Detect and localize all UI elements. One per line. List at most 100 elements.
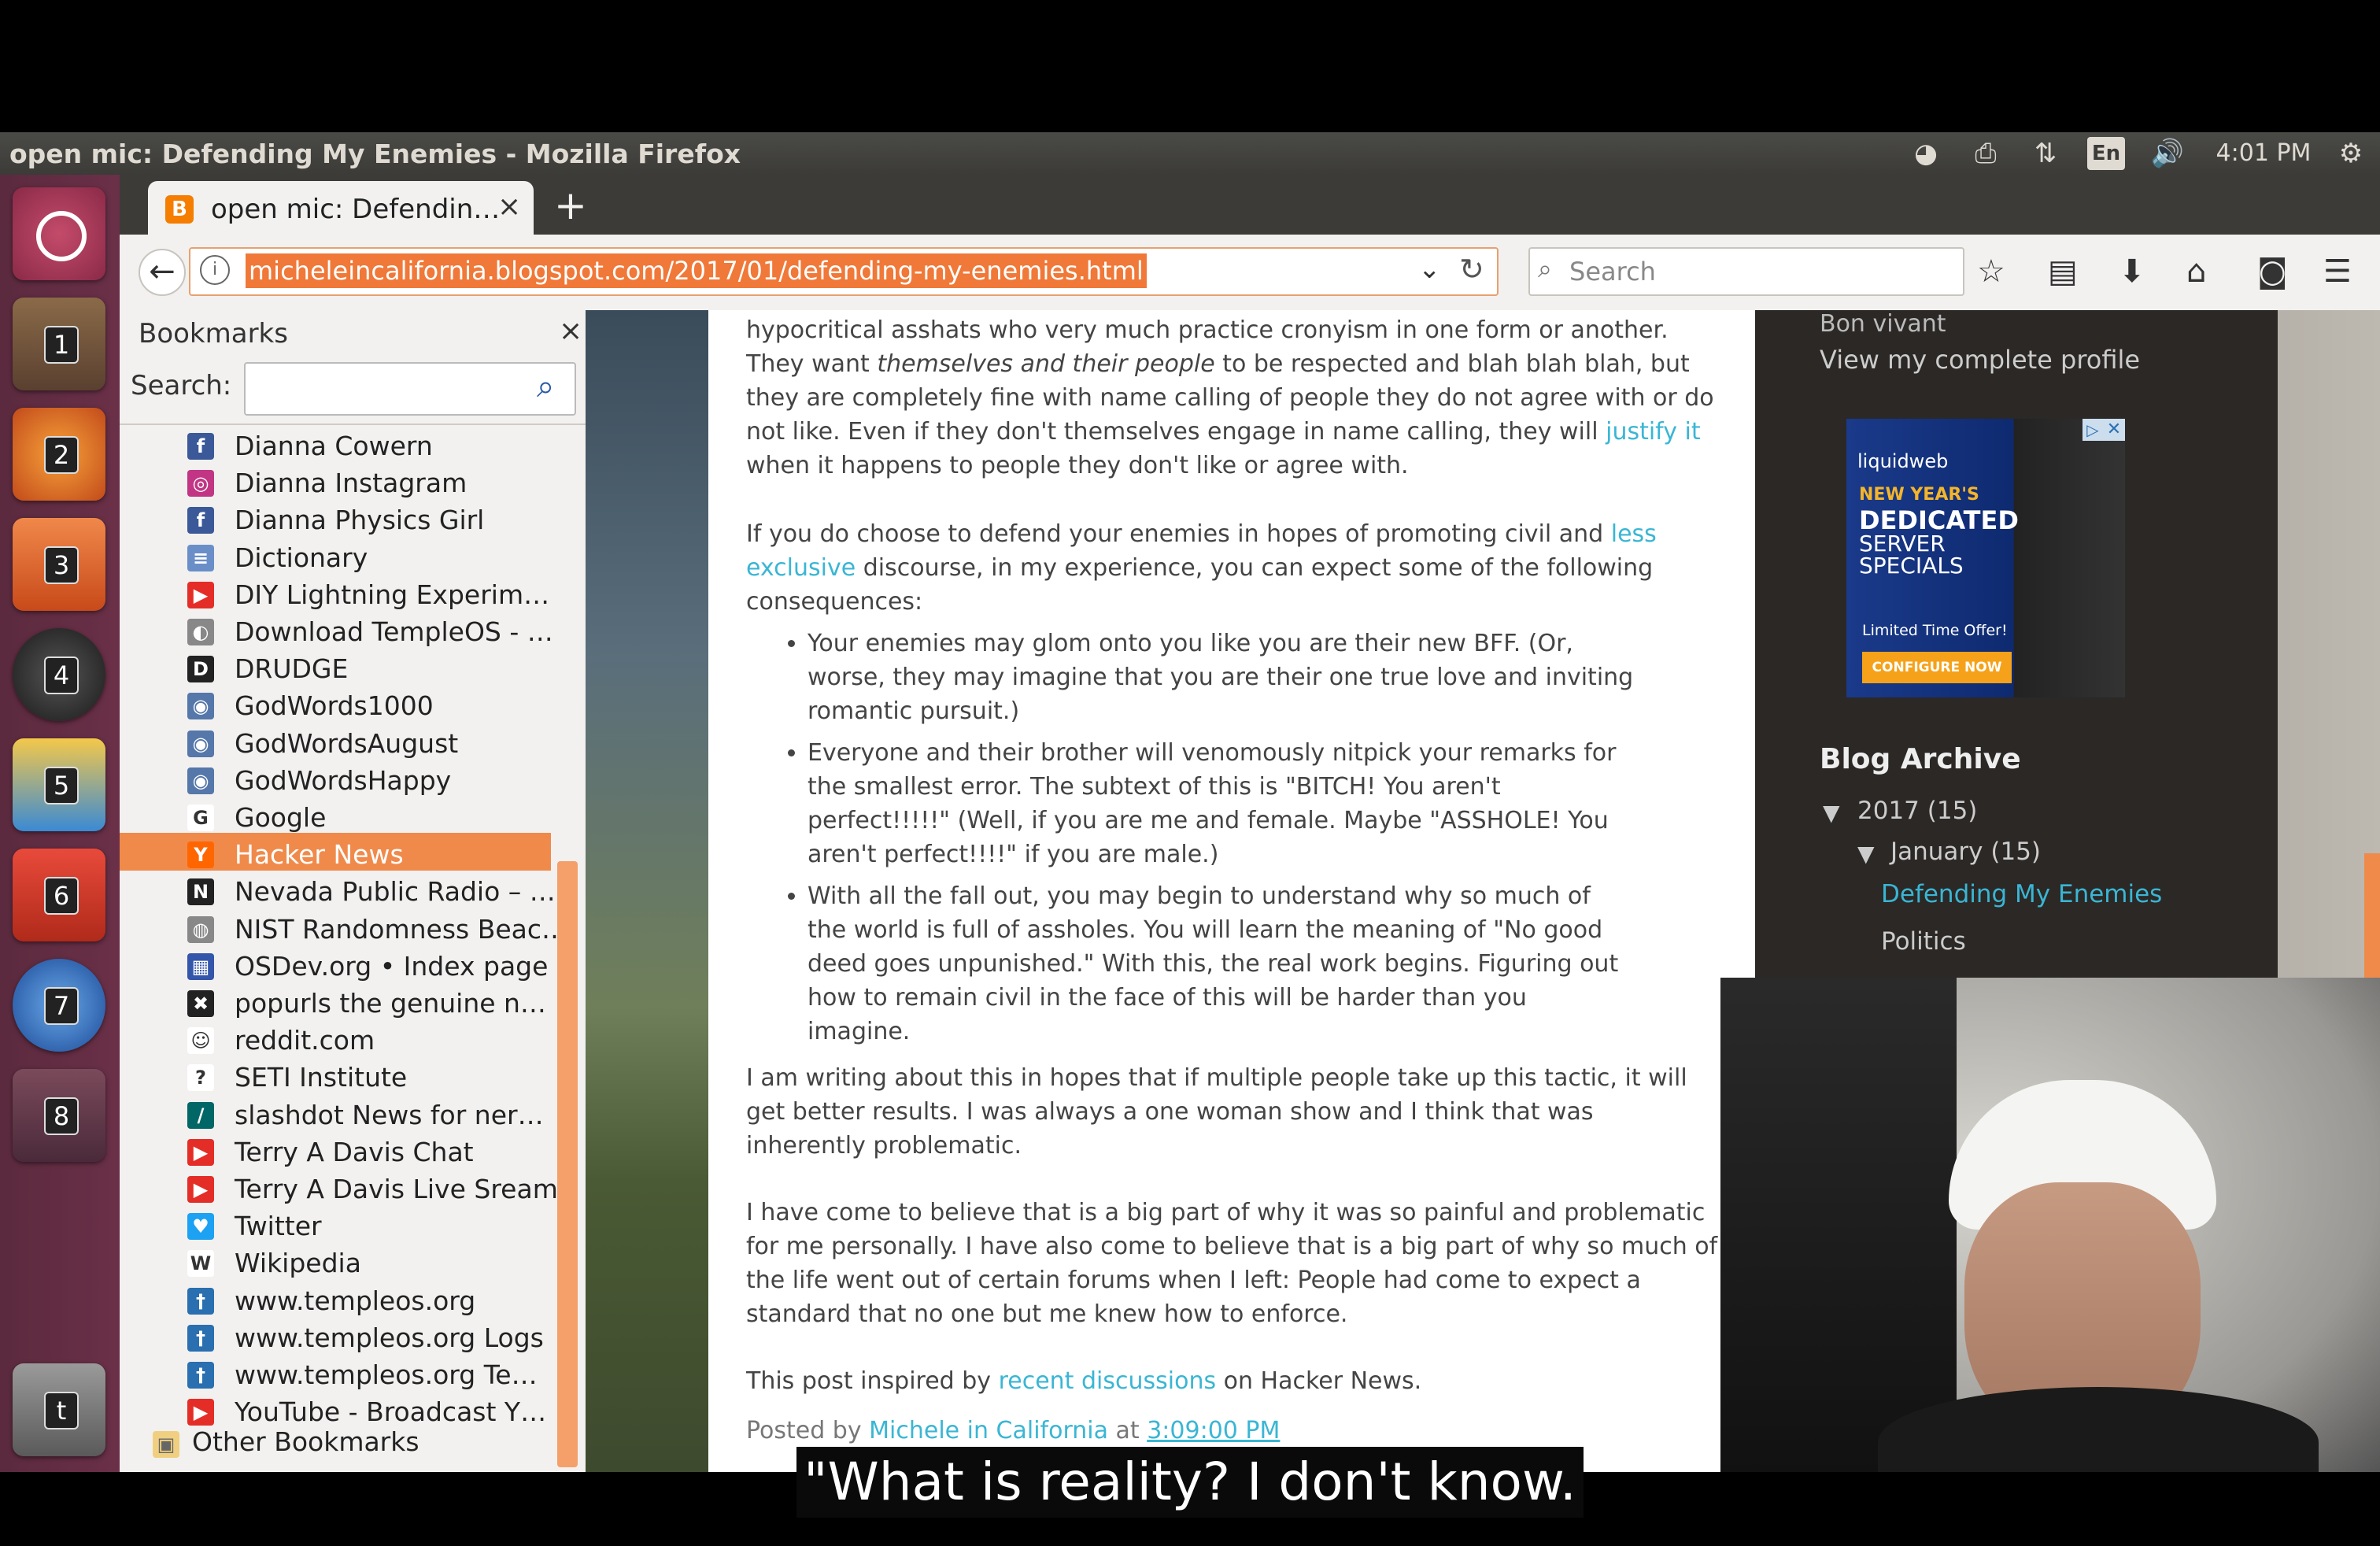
sidebar-close-icon[interactable]: × — [559, 315, 582, 347]
launcher-clock-button[interactable]: 4 — [13, 628, 105, 721]
bookmark-item[interactable]: DRUDGE — [235, 651, 348, 687]
url-bar[interactable]: i micheleincalifornia.blogspot.com/2017/… — [189, 247, 1499, 296]
bookmark-item[interactable]: Twitter — [235, 1208, 322, 1245]
launcher-software-center-button[interactable]: 3 — [13, 518, 105, 611]
blog-sidebar: Bon vivant View my complete profile liqu… — [1755, 310, 2278, 979]
bookmark-star-icon[interactable]: ☆ — [1977, 252, 2005, 291]
bookmark-item[interactable]: GodWordsHappy — [235, 763, 451, 799]
slashdot-icon: / — [187, 1101, 214, 1129]
blog-archive-title: Blog Archive — [1820, 743, 2021, 775]
bookmark-item[interactable]: YouTube - Broadcast Y… — [235, 1394, 546, 1430]
launcher-workspace-button[interactable]: 5 — [13, 738, 105, 831]
launcher-firefox-button[interactable]: 2 — [13, 408, 105, 501]
other-bookmarks-folder[interactable]: Other Bookmarks — [192, 1426, 419, 1457]
obs-icon[interactable]: ◕ — [1906, 137, 1946, 170]
launcher-number-3: 3 — [44, 546, 79, 584]
sidebar-scrollbar[interactable] — [557, 861, 578, 1467]
bookmark-item[interactable]: www.templeos.org Te… — [235, 1357, 538, 1393]
justify-it-link[interactable]: justify it — [1606, 418, 1701, 446]
templeos-icon: ◐ — [187, 619, 214, 645]
bookmark-item[interactable]: Dianna Cowern — [235, 428, 433, 464]
bookmark-item[interactable]: DIY Lightning Experim… — [235, 577, 549, 613]
archive-post[interactable]: Politics — [1881, 927, 1966, 956]
ad-cta-button[interactable]: CONFIGURE NOW — [1862, 652, 2012, 683]
ad-choices-icon[interactable]: ▷ — [2082, 419, 2103, 441]
search-bar[interactable]: ⌕ Search — [1528, 247, 1964, 296]
bookmark-item[interactable]: Dianna Physics Girl — [235, 502, 484, 538]
liquidweb-ad[interactable]: liquidweb NEW YEAR'S DEDICATED SERVER SP… — [1846, 419, 2125, 697]
keyboard-layout-indicator[interactable]: En — [2087, 137, 2125, 170]
reload-icon[interactable]: ↻ — [1459, 252, 1484, 287]
post-timestamp-link[interactable]: 3:09:00 PM — [1147, 1417, 1280, 1444]
bookmark-item[interactable]: www.templeos.org Logs — [235, 1320, 544, 1356]
blog-background-image — [586, 310, 708, 1472]
hamburger-menu-icon[interactable]: ☰ — [2323, 252, 2352, 291]
bookmark-item[interactable]: Wikipedia — [235, 1245, 361, 1282]
search-placeholder[interactable]: Search — [1569, 257, 1656, 287]
site-info-icon[interactable]: i — [200, 255, 230, 285]
new-tab-button[interactable]: + — [554, 183, 587, 228]
tab-close-icon[interactable]: × — [497, 190, 521, 223]
page-scrollbar[interactable] — [2364, 853, 2380, 979]
ad-close-icon[interactable]: ✕ — [2103, 419, 2125, 441]
launcher-files-button[interactable]: 1 — [13, 298, 105, 390]
launcher-calendar-button[interactable]: 6 — [13, 849, 105, 941]
bookmark-item[interactable]: popurls the genuine n… — [235, 986, 546, 1022]
post-paragraph-3: I am writing about this in hopes that if… — [746, 1064, 1687, 1160]
bookmark-item[interactable]: Download TempleOS - … — [235, 614, 553, 650]
launcher-number-4: 4 — [44, 656, 79, 694]
bookmark-item[interactable]: SETI Institute — [235, 1060, 407, 1096]
bookmark-item[interactable]: www.templeos.org — [235, 1283, 475, 1319]
download-arrow-icon[interactable]: ⬇ — [2119, 252, 2145, 291]
youtube-icon: ▶ — [187, 1176, 214, 1203]
tab-label: open mic: Defendin… — [211, 194, 501, 225]
tab-open-mic[interactable]: B open mic: Defendin… × — [148, 181, 534, 238]
settings-gear-icon[interactable]: ⚙ — [2331, 137, 2371, 170]
bookmark-item[interactable]: Dianna Instagram — [235, 465, 467, 501]
bookmark-item[interactable]: Nevada Public Radio – … — [235, 874, 556, 910]
url-dropdown-chevron-icon[interactable]: ⌄ — [1418, 253, 1441, 285]
recent-discussions-link[interactable]: recent discussions — [999, 1367, 1217, 1395]
volume-icon[interactable]: 🔊 — [2144, 137, 2191, 170]
bookmark-item[interactable]: Terry A Davis Chat — [235, 1134, 474, 1171]
launcher-app-8-button[interactable]: 8 — [13, 1069, 105, 1162]
home-icon[interactable]: ⌂ — [2186, 252, 2206, 291]
view-profile-link[interactable]: View my complete profile — [1820, 345, 2140, 375]
back-arrow-icon[interactable]: ← — [139, 249, 186, 296]
bookmark-item[interactable]: Hacker News — [235, 837, 404, 873]
bookmark-item[interactable]: Terry A Davis Live Sream — [235, 1171, 558, 1208]
archive-post-current[interactable]: Defending My Enemies — [1881, 880, 2162, 908]
clock[interactable]: 4:01 PM — [2210, 137, 2317, 170]
archive-month-toggle-icon[interactable]: ▼ — [1857, 841, 1875, 867]
instagram-icon: ◎ — [187, 470, 214, 497]
video-subtitle: "What is reality? I don't know. — [796, 1447, 1584, 1518]
godwords-icon: ◉ — [187, 730, 214, 757]
osdev-icon: ▦ — [187, 952, 214, 980]
post-paragraph-1: hypocritical asshats who very much pract… — [746, 313, 1719, 483]
bookmark-item[interactable]: OSDev.org • Index page — [235, 949, 548, 985]
printer-icon[interactable]: ⎙ — [1966, 137, 2005, 170]
sidebar-divider — [120, 423, 586, 425]
bookmark-item[interactable]: NIST Randomness Beac… — [235, 912, 567, 948]
url-text[interactable]: micheleincalifornia.blogspot.com/2017/01… — [246, 253, 1147, 288]
network-icon[interactable]: ⇅ — [2026, 137, 2065, 170]
bookmark-item[interactable]: slashdot News for ner… — [235, 1097, 544, 1134]
bookmark-item[interactable]: Google — [235, 800, 326, 836]
launcher-app-7-button[interactable]: 7 — [13, 959, 105, 1052]
bookmark-item[interactable]: reddit.com — [235, 1023, 375, 1059]
sidebar-search-input[interactable]: ⌕ — [244, 362, 576, 416]
ubuntu-dash-button[interactable] — [13, 187, 105, 280]
bookmark-item[interactable]: GodWords1000 — [235, 688, 434, 724]
google-icon: G — [187, 804, 214, 831]
youtube-icon: ▶ — [187, 1399, 214, 1426]
bookmark-item[interactable]: GodWordsAugust — [235, 726, 458, 762]
archive-year-toggle-icon[interactable]: ▼ — [1823, 800, 1840, 826]
post-text: This post inspired by — [746, 1367, 999, 1395]
pocket-icon[interactable]: ◙ — [2257, 252, 2288, 291]
archive-month[interactable]: January (15) — [1890, 838, 2041, 866]
reading-list-icon[interactable]: ▤ — [2048, 252, 2078, 291]
bookmark-item[interactable]: Dictionary — [235, 540, 368, 576]
launcher-trash-button[interactable]: t — [13, 1363, 105, 1456]
author-link[interactable]: Michele in California — [869, 1417, 1108, 1444]
archive-year[interactable]: 2017 (15) — [1857, 797, 1977, 825]
